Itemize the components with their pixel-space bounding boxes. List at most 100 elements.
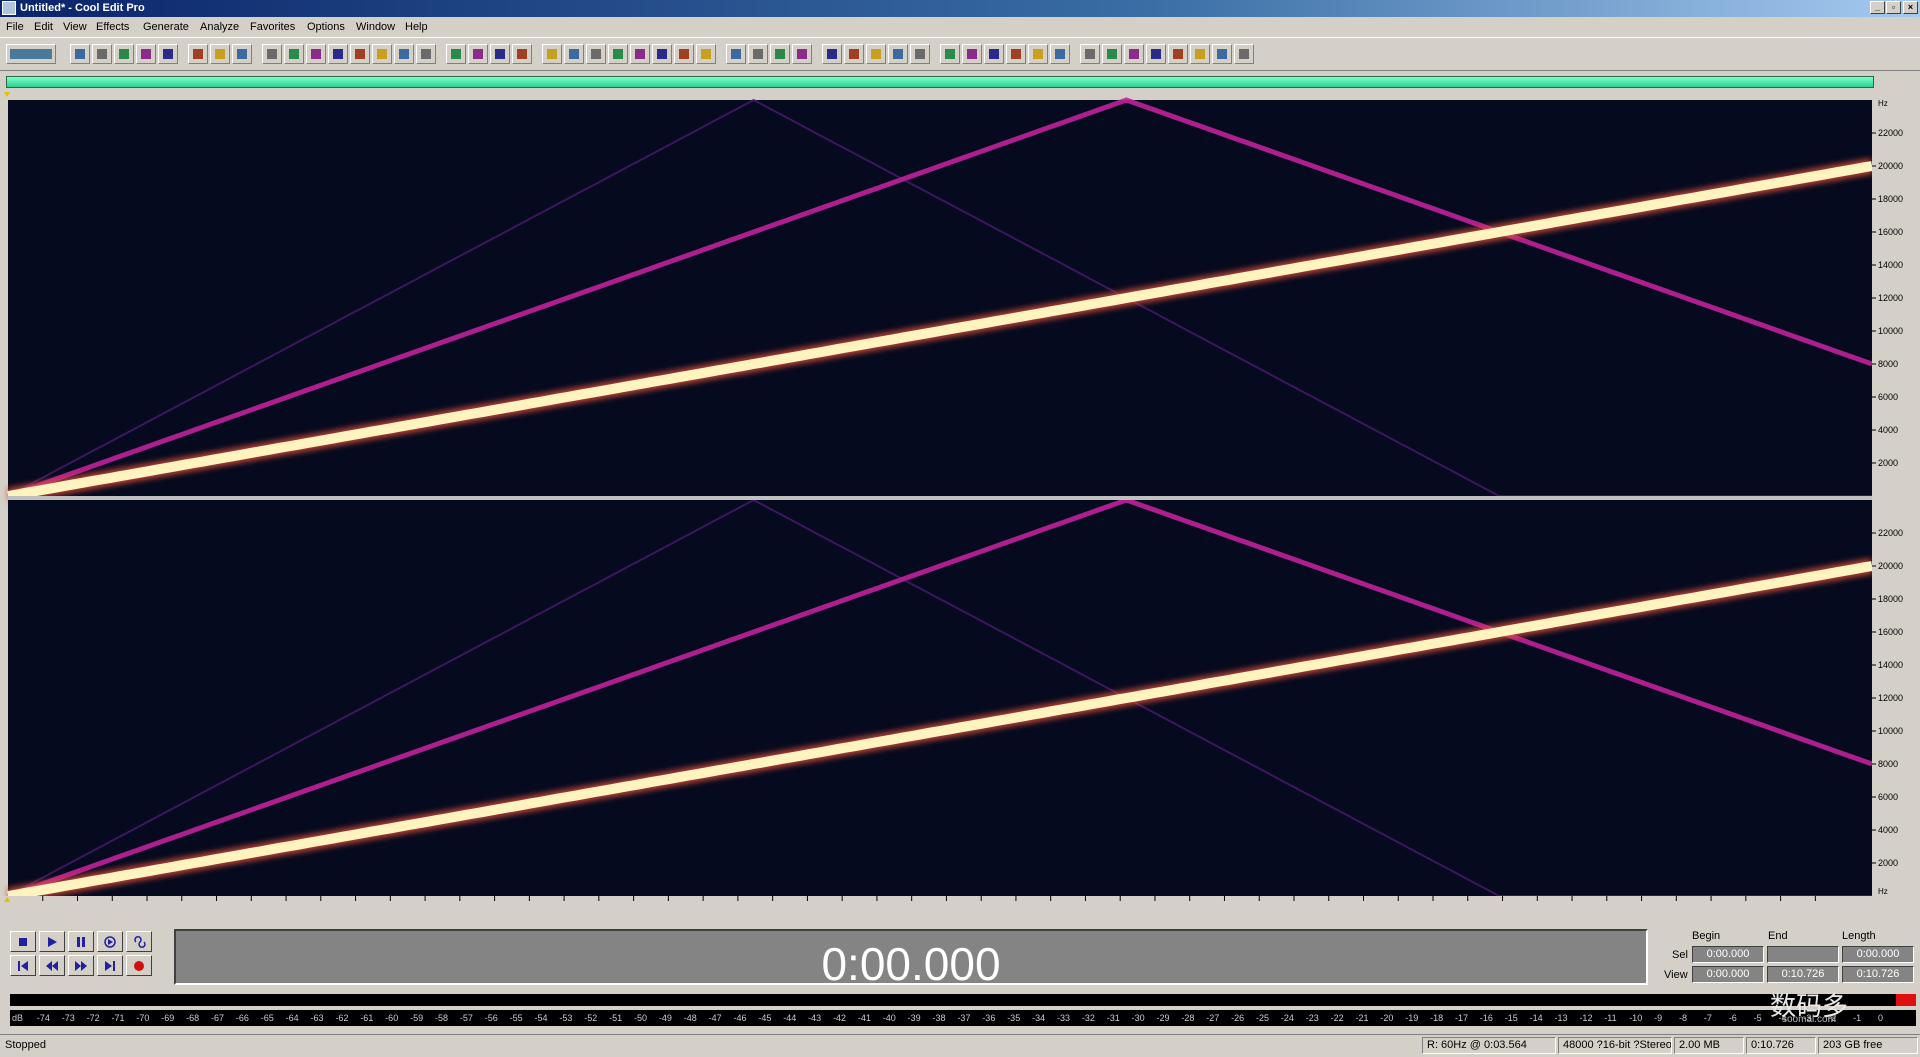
go-to-start-button[interactable] — [10, 955, 36, 976]
context-help-button[interactable] — [770, 44, 790, 64]
menu-effects[interactable]: Effects — [96, 21, 129, 33]
delay-button[interactable] — [1168, 44, 1188, 64]
sel-length-field[interactable]: 0:00.000 — [1842, 946, 1914, 963]
loop-button[interactable] — [126, 931, 152, 952]
menu-help[interactable]: Help — [405, 21, 428, 33]
view-end-field[interactable]: 0:10.726 — [1767, 966, 1839, 983]
time-pitch-button[interactable] — [1124, 44, 1144, 64]
silence-button[interactable] — [1080, 44, 1100, 64]
overview-bar[interactable] — [6, 76, 1874, 88]
meter-scale-label: -11 — [1604, 1013, 1617, 1023]
menu-edit[interactable]: Edit — [34, 21, 53, 33]
meter-scale-label: -71 — [111, 1013, 125, 1023]
tools-button[interactable] — [1234, 44, 1254, 64]
click-eliminator-button[interactable] — [1028, 44, 1048, 64]
envelope-button[interactable] — [962, 44, 982, 64]
undo-button[interactable] — [188, 44, 208, 64]
play-to-end-button[interactable] — [97, 931, 123, 952]
menu-analyze[interactable]: Analyze — [200, 21, 239, 33]
close-file-button[interactable] — [158, 44, 178, 64]
zoom-full-button[interactable] — [608, 44, 628, 64]
redo-button[interactable] — [210, 44, 230, 64]
stop-button[interactable] — [10, 931, 36, 952]
frequency-analysis-button[interactable] — [844, 44, 864, 64]
meter-scale-label: -44 — [783, 1013, 797, 1023]
brainwave-button[interactable] — [1146, 44, 1166, 64]
fast-forward-button[interactable] — [68, 955, 94, 976]
close-button[interactable]: × — [1903, 1, 1918, 14]
view-begin-field[interactable]: 0:00.000 — [1692, 966, 1764, 983]
zoom-out-vertical-button[interactable] — [726, 44, 746, 64]
noise-reduction-button[interactable] — [1006, 44, 1026, 64]
cut-button[interactable] — [306, 44, 326, 64]
filter-icon — [1217, 49, 1227, 59]
record-button[interactable] — [126, 955, 152, 976]
menu-file[interactable]: File — [6, 21, 24, 33]
save-button[interactable] — [114, 44, 134, 64]
view-length-field[interactable]: 0:10.726 — [1842, 966, 1914, 983]
normalize-button[interactable] — [984, 44, 1004, 64]
go-to-end-button[interactable] — [97, 955, 123, 976]
time-tick-label: 8.4 — [1462, 901, 1475, 902]
menu-options[interactable]: Options — [307, 21, 345, 33]
scan-button[interactable] — [888, 44, 908, 64]
menu-generate[interactable]: Generate — [143, 21, 189, 33]
menu-view[interactable]: View — [63, 21, 87, 33]
new-button[interactable] — [70, 44, 90, 64]
filter-button[interactable] — [1212, 44, 1232, 64]
menu-favorites[interactable]: Favorites — [250, 21, 295, 33]
meter-scale-label: -50 — [634, 1013, 648, 1023]
copy-to-new-button[interactable] — [284, 44, 304, 64]
zoom-in-right-button[interactable] — [674, 44, 694, 64]
sel-end-field[interactable] — [1767, 946, 1839, 963]
meter-scale-label: -68 — [186, 1013, 200, 1023]
reverse-button[interactable] — [1050, 44, 1070, 64]
waveform-view-button[interactable] — [446, 44, 466, 64]
copy-button[interactable] — [262, 44, 282, 64]
zoom-vertical-icon — [701, 49, 711, 59]
zoom-out-button[interactable] — [586, 44, 606, 64]
multitrack-toggle-icon — [10, 49, 52, 59]
save-as-button[interactable] — [136, 44, 156, 64]
zoom-in-left-button[interactable] — [652, 44, 672, 64]
spectral-view-button[interactable] — [468, 44, 488, 64]
multitrack-toggle-button[interactable] — [6, 44, 56, 64]
cue-list-button[interactable] — [490, 44, 510, 64]
spectrogram[interactable]: 22000 20000 18000 16000 14000 12000 10000 8000 6… — [0, 92, 1920, 902]
paste-button[interactable] — [328, 44, 348, 64]
cd-player-button[interactable] — [822, 44, 842, 64]
scan-icon — [893, 49, 903, 59]
zoom-in-button[interactable] — [564, 44, 584, 64]
cool-edit-app-icon[interactable] — [2, 1, 16, 15]
repeat-button[interactable] — [232, 44, 252, 64]
invert-button[interactable] — [1102, 44, 1122, 64]
fast-forward-icon — [75, 961, 87, 971]
paste-to-new-button[interactable] — [350, 44, 370, 64]
help-contents-button[interactable] — [748, 44, 768, 64]
rewind-button[interactable] — [39, 955, 65, 976]
find-beats-button[interactable] — [910, 44, 930, 64]
open-button[interactable] — [92, 44, 112, 64]
play-button[interactable] — [39, 931, 65, 952]
amplify-button[interactable] — [940, 44, 960, 64]
crop-button[interactable] — [416, 44, 436, 64]
minimize-button[interactable]: _ — [1870, 1, 1885, 14]
playlist-button[interactable] — [512, 44, 532, 64]
statistics-button[interactable] — [866, 44, 886, 64]
meter-button[interactable] — [542, 44, 562, 64]
mix-paste-button[interactable] — [372, 44, 392, 64]
pause-button[interactable] — [68, 931, 94, 952]
level-meter[interactable]: dB -74 -73 -72 -71 -70 -69 -68 -67 -66 -65 -64 -63 -6… — [10, 992, 1916, 1030]
zoom-selection-button[interactable] — [630, 44, 650, 64]
about-button[interactable] — [792, 44, 812, 64]
time-tick-label: 7.4 — [1288, 901, 1301, 902]
maximize-button[interactable]: ▫ — [1886, 1, 1901, 14]
sel-begin-field[interactable]: 0:00.000 — [1692, 946, 1764, 963]
spectral-view[interactable]: 22000 20000 18000 16000 14000 12000 10000 8000 6… — [0, 92, 1920, 902]
zoom-vertical-button[interactable] — [696, 44, 716, 64]
trim-button[interactable] — [394, 44, 414, 64]
menu-bar: File Edit View Effects Generate Analyze … — [0, 17, 1920, 36]
echo-button[interactable] — [1190, 44, 1210, 64]
menu-window[interactable]: Window — [356, 21, 395, 33]
time-tick-label: 4.2 — [732, 901, 745, 902]
